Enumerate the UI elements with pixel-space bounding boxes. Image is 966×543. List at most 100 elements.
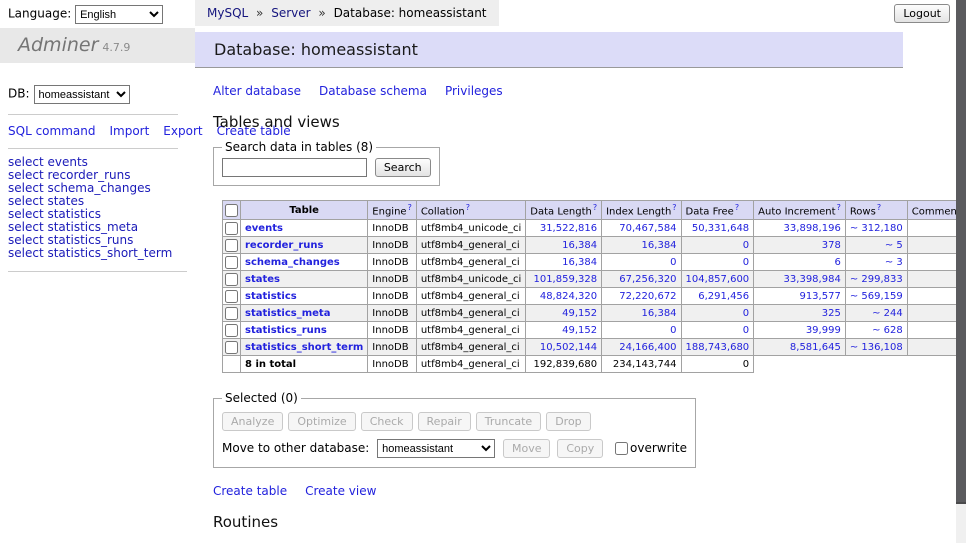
table-name-link[interactable]: statistics_meta bbox=[245, 308, 330, 319]
optimize-button[interactable]: Optimize bbox=[288, 412, 355, 431]
row-checkbox[interactable] bbox=[225, 307, 238, 320]
app-header: Adminer4.7.9 bbox=[0, 28, 195, 63]
auto-increment-link[interactable]: 378 bbox=[822, 240, 841, 251]
index-length-link[interactable]: 70,467,584 bbox=[619, 223, 676, 234]
table-name-link[interactable]: statistics_short_term bbox=[245, 342, 363, 353]
rows-est-link[interactable]: ~ 299,833 bbox=[850, 274, 903, 285]
db-action-link[interactable]: Alter database bbox=[213, 84, 301, 98]
data-free-link[interactable]: 0 bbox=[743, 308, 749, 319]
data-length-link[interactable]: 48,824,320 bbox=[540, 291, 597, 302]
data-length-link[interactable]: 31,522,816 bbox=[540, 223, 597, 234]
db-label: DB: bbox=[8, 87, 30, 101]
engine-cell: InnoDB bbox=[368, 305, 417, 322]
table-name-link[interactable]: recorder_runs bbox=[245, 240, 323, 251]
index-length-link[interactable]: 16,384 bbox=[642, 308, 677, 319]
sidebar-select-link[interactable]: select statistics_short_term bbox=[8, 247, 187, 260]
index-length-link[interactable]: 24,166,400 bbox=[619, 342, 676, 353]
data-length-link[interactable]: 101,859,328 bbox=[533, 274, 597, 285]
move-button[interactable]: Move bbox=[503, 439, 551, 458]
auto-increment-link[interactable]: 913,577 bbox=[799, 291, 840, 302]
engine-cell: InnoDB bbox=[368, 339, 417, 356]
analyze-button[interactable]: Analyze bbox=[222, 412, 283, 431]
search-input[interactable] bbox=[222, 158, 367, 177]
scrollbar[interactable] bbox=[956, 0, 966, 543]
language-select[interactable]: English bbox=[75, 5, 163, 24]
truncate-button[interactable]: Truncate bbox=[476, 412, 541, 431]
auto-increment-link[interactable]: 325 bbox=[822, 308, 841, 319]
data-length-link[interactable]: 16,384 bbox=[562, 240, 597, 251]
total-label: 8 in total bbox=[241, 356, 368, 373]
auto-increment-link[interactable]: 33,398,984 bbox=[784, 274, 841, 285]
table-name-link[interactable]: events bbox=[245, 223, 283, 234]
scrollbar-thumb[interactable] bbox=[956, 0, 966, 504]
index-length-link[interactable]: 16,384 bbox=[642, 240, 677, 251]
select-all-checkbox[interactable] bbox=[225, 204, 238, 217]
row-checkbox[interactable] bbox=[225, 239, 238, 252]
data-length-link[interactable]: 16,384 bbox=[562, 257, 597, 268]
table-name-link[interactable]: statistics_runs bbox=[245, 325, 327, 336]
data-free-link[interactable]: 0 bbox=[743, 325, 749, 336]
top-bar: Language: English MySQL » Server » Datab… bbox=[0, 0, 956, 27]
data-length-link[interactable]: 49,152 bbox=[562, 308, 597, 319]
help-link[interactable]: ? bbox=[593, 203, 597, 212]
data-length-link[interactable]: 49,152 bbox=[562, 325, 597, 336]
rows-est-link[interactable]: ~ 3 bbox=[885, 257, 903, 268]
rows-est-link[interactable]: ~ 312,180 bbox=[850, 223, 903, 234]
row-checkbox[interactable] bbox=[225, 222, 238, 235]
search-button[interactable]: Search bbox=[375, 158, 431, 177]
drop-button[interactable]: Drop bbox=[546, 412, 590, 431]
auto-increment-link[interactable]: 39,999 bbox=[806, 325, 841, 336]
row-checkbox[interactable] bbox=[225, 290, 238, 303]
help-link[interactable]: ? bbox=[466, 203, 470, 212]
data-free-link[interactable]: 0 bbox=[743, 240, 749, 251]
row-checkbox[interactable] bbox=[225, 341, 238, 354]
repair-button[interactable]: Repair bbox=[418, 412, 471, 431]
help-link[interactable]: ? bbox=[735, 203, 739, 212]
overwrite-option[interactable]: overwrite bbox=[615, 441, 687, 455]
logout-button[interactable]: Logout bbox=[894, 4, 950, 23]
index-length-link[interactable]: 0 bbox=[670, 257, 676, 268]
help-link[interactable]: ? bbox=[408, 203, 412, 212]
create-link[interactable]: Create table bbox=[213, 484, 287, 498]
rows-est-link[interactable]: ~ 244 bbox=[872, 308, 903, 319]
help-link[interactable]: ? bbox=[877, 203, 881, 212]
create-link[interactable]: Create view bbox=[305, 484, 376, 498]
rows-est-link[interactable]: ~ 136,108 bbox=[850, 342, 903, 353]
rows-est-link[interactable]: ~ 628 bbox=[872, 325, 903, 336]
auto-increment-link[interactable]: 33,898,196 bbox=[784, 223, 841, 234]
data-free-link[interactable]: 6,291,456 bbox=[698, 291, 749, 302]
data-length-link[interactable]: 10,502,144 bbox=[540, 342, 597, 353]
db-select[interactable]: homeassistant bbox=[34, 85, 130, 104]
index-length-link[interactable]: 67,256,320 bbox=[619, 274, 676, 285]
table-name-link[interactable]: statistics bbox=[245, 291, 297, 302]
row-checkbox[interactable] bbox=[225, 273, 238, 286]
help-link[interactable]: ? bbox=[837, 203, 841, 212]
auto-increment-link[interactable]: 8,581,645 bbox=[790, 342, 841, 353]
db-action-link[interactable]: Privileges bbox=[445, 84, 503, 98]
sidebar-action-link[interactable]: Import bbox=[109, 124, 149, 138]
data-free-link[interactable]: 50,331,648 bbox=[692, 223, 749, 234]
table-name-link[interactable]: schema_changes bbox=[245, 257, 340, 268]
rows-est-link[interactable]: ~ 5 bbox=[885, 240, 903, 251]
auto-increment-link[interactable]: 6 bbox=[834, 257, 840, 268]
data-free-link[interactable]: 0 bbox=[743, 257, 749, 268]
data-free-link[interactable]: 104,857,600 bbox=[686, 274, 750, 285]
breadcrumb-link-mysql[interactable]: MySQL bbox=[207, 6, 248, 20]
table-name-link[interactable]: states bbox=[245, 274, 280, 285]
table-row: schema_changesInnoDButf8mb4_general_ci16… bbox=[223, 254, 966, 271]
index-length-link[interactable]: 0 bbox=[670, 325, 676, 336]
help-link[interactable]: ? bbox=[672, 203, 676, 212]
copy-button[interactable]: Copy bbox=[557, 439, 603, 458]
breadcrumb-link-server[interactable]: Server bbox=[271, 6, 310, 20]
row-checkbox[interactable] bbox=[225, 256, 238, 269]
index-length-link[interactable]: 72,220,672 bbox=[619, 291, 676, 302]
move-db-select[interactable]: homeassistant bbox=[377, 439, 495, 458]
rows-est-link[interactable]: ~ 569,159 bbox=[850, 291, 903, 302]
row-checkbox[interactable] bbox=[225, 324, 238, 337]
db-action-link[interactable]: Database schema bbox=[319, 84, 427, 98]
sidebar-action-link[interactable]: SQL command bbox=[8, 124, 95, 138]
data-free-link[interactable]: 188,743,680 bbox=[686, 342, 750, 353]
check-button[interactable]: Check bbox=[361, 412, 413, 431]
create-links: Create table Create view bbox=[213, 484, 956, 498]
overwrite-checkbox[interactable] bbox=[615, 442, 628, 455]
